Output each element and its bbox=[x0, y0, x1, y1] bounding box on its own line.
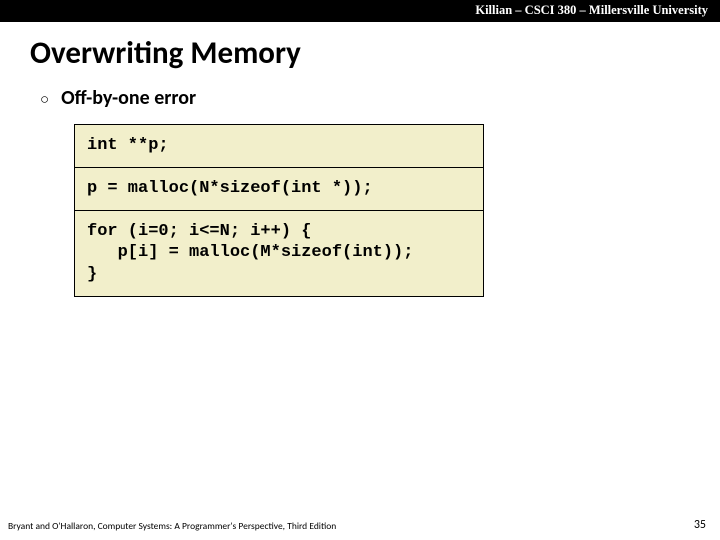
header-text: Killian – CSCI 380 – Millersville Univer… bbox=[475, 3, 708, 17]
bullet-row: ○ Off-by-one error bbox=[40, 86, 690, 110]
page-title: Overwriting Memory bbox=[0, 22, 720, 78]
header-bar: Killian – CSCI 380 – Millersville Univer… bbox=[0, 0, 720, 22]
footer-attribution: Bryant and O'Hallaron, Computer Systems:… bbox=[8, 520, 336, 532]
content-area: ○ Off-by-one error int **p; p = malloc(N… bbox=[0, 78, 720, 297]
code-box: int **p; p = malloc(N*sizeof(int *)); fo… bbox=[74, 124, 484, 297]
bullet-icon: ○ bbox=[40, 92, 49, 107]
code-line-3: for (i=0; i<=N; i++) { p[i] = malloc(M*s… bbox=[75, 210, 483, 296]
code-line-2: p = malloc(N*sizeof(int *)); bbox=[75, 167, 483, 210]
code-line-1: int **p; bbox=[75, 125, 483, 167]
slide: Killian – CSCI 380 – Millersville Univer… bbox=[0, 0, 720, 540]
page-number: 35 bbox=[694, 518, 706, 532]
bullet-label: Off-by-one error bbox=[61, 86, 196, 110]
